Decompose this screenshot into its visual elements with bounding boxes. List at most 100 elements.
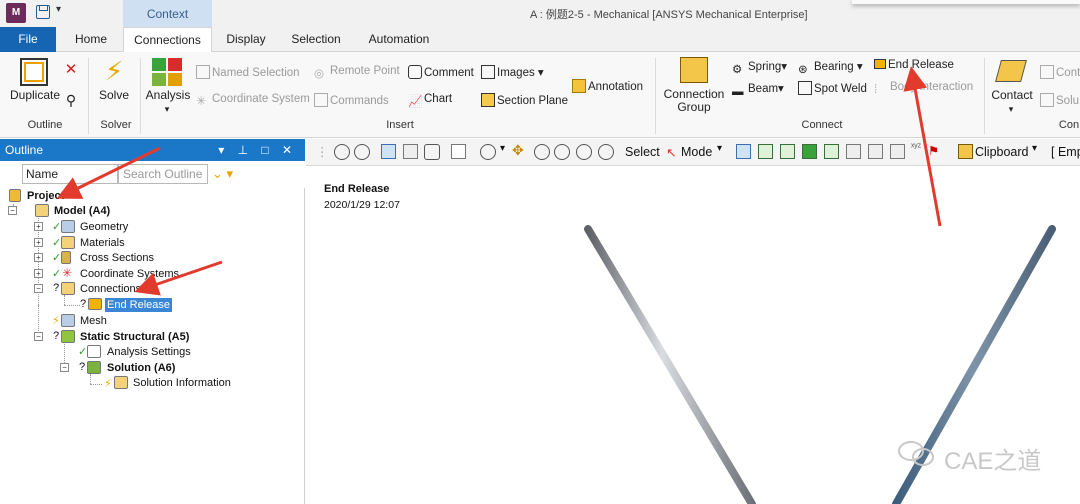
outline-panel-controls[interactable]: ▾ ⊥ □ ✕ bbox=[218, 139, 297, 161]
context-tab-header: Context bbox=[123, 0, 212, 27]
zoom-icon[interactable] bbox=[534, 144, 550, 160]
contact-dropdown-icon[interactable]: ▾ bbox=[1004, 104, 1018, 115]
element-select-icon[interactable] bbox=[868, 144, 883, 159]
magnifier-icon[interactable] bbox=[598, 144, 614, 160]
commands-button[interactable]: Commands bbox=[314, 93, 389, 107]
mesh-select-icon[interactable] bbox=[890, 144, 905, 159]
mode-dropdown[interactable]: Mode bbox=[681, 145, 712, 159]
delete-icon[interactable]: ✕ bbox=[64, 60, 78, 78]
probe-icon[interactable]: ⚑ bbox=[928, 143, 939, 158]
beam-button[interactable]: ▬ Beam▾ bbox=[732, 81, 784, 100]
box-view-icon[interactable] bbox=[403, 144, 418, 159]
tree-item-geometry[interactable]: Geometry bbox=[80, 220, 128, 234]
outline-name-field[interactable]: Name bbox=[22, 164, 118, 184]
select-label[interactable]: Select bbox=[625, 145, 660, 159]
collapse-solution-icon[interactable]: − bbox=[60, 363, 69, 372]
connection-group-button[interactable]: Connection Group bbox=[660, 88, 728, 114]
section-plane-button[interactable]: Section Plane bbox=[481, 93, 568, 107]
zoom-box-icon[interactable] bbox=[554, 144, 570, 160]
graphics-viewport[interactable]: End Release 2020/1/29 12:07 CAE之道 bbox=[306, 167, 1080, 504]
tree-item-coordinate-systems[interactable]: Coordinate Systems bbox=[80, 267, 179, 281]
tree-item-analysis-settings[interactable]: Analysis Settings bbox=[107, 345, 191, 359]
zoom-fit-icon[interactable] bbox=[576, 144, 592, 160]
render-icon[interactable] bbox=[424, 144, 440, 160]
element-face-select-icon[interactable] bbox=[846, 144, 861, 159]
node-select-icon[interactable] bbox=[824, 144, 839, 159]
collapse-model-icon[interactable]: − bbox=[8, 206, 17, 215]
analysis-icon[interactable] bbox=[152, 58, 184, 86]
edge-select-icon[interactable] bbox=[758, 144, 773, 159]
face-select-icon[interactable] bbox=[780, 144, 795, 159]
tree-item-static-structural[interactable]: Static Structural (A5) bbox=[80, 330, 189, 344]
annotation-button[interactable]: Annotation bbox=[572, 79, 643, 93]
cont-button[interactable]: Cont bbox=[1040, 65, 1080, 79]
collapse-connections-icon[interactable]: − bbox=[34, 284, 43, 293]
zoom-out-icon[interactable] bbox=[354, 144, 370, 160]
tree-item-end-release[interactable]: End Release bbox=[104, 297, 173, 313]
body-select-icon[interactable] bbox=[802, 144, 817, 159]
connection-group-icon[interactable] bbox=[680, 57, 708, 83]
tab-file[interactable]: File bbox=[0, 27, 56, 52]
tab-display[interactable]: Display bbox=[216, 27, 276, 52]
tree-item-materials[interactable]: Materials bbox=[80, 236, 125, 250]
xyz-icon[interactable]: ˣʸᶻ bbox=[911, 142, 921, 153]
ribbon-separator bbox=[655, 58, 656, 134]
end-release-button[interactable]: End Release bbox=[874, 59, 954, 71]
cursor-icon[interactable]: ↖ bbox=[666, 145, 676, 160]
save-icon[interactable] bbox=[36, 5, 50, 19]
filter-icon[interactable]: ⌄ ▾ bbox=[212, 166, 233, 182]
tab-connections[interactable]: Connections bbox=[123, 27, 212, 53]
tab-home[interactable]: Home bbox=[62, 27, 120, 52]
clipboard-dropdown-icon[interactable]: ▾ bbox=[1032, 143, 1037, 154]
pan-icon[interactable]: ✥ bbox=[512, 142, 524, 159]
body-interaction-button[interactable]: ⁞ Body Interaction bbox=[874, 81, 973, 98]
mode-dropdown-icon[interactable]: ▾ bbox=[717, 143, 722, 154]
body-interaction-label: Body Interaction bbox=[890, 81, 974, 93]
zoom-in-icon[interactable] bbox=[334, 144, 350, 160]
clipboard-dropdown[interactable]: Clipboard bbox=[975, 145, 1029, 159]
contact-icon[interactable] bbox=[995, 60, 1027, 82]
static-structural-icon bbox=[61, 330, 75, 343]
contact-button[interactable]: Contact bbox=[988, 88, 1036, 102]
comment-button[interactable]: Comment bbox=[408, 65, 474, 79]
expand-cross-sections-icon[interactable]: + bbox=[34, 253, 43, 262]
find-icon[interactable]: ⚲ bbox=[64, 92, 78, 109]
collapse-static-structural-icon[interactable]: − bbox=[34, 332, 43, 341]
tab-automation[interactable]: Automation bbox=[360, 27, 438, 52]
solu-button[interactable]: Solu bbox=[1040, 93, 1079, 107]
expand-geometry-icon[interactable]: + bbox=[34, 222, 43, 231]
tree-item-model[interactable]: Model (A4) bbox=[54, 204, 110, 218]
cont-icon bbox=[1040, 65, 1054, 79]
select-mode-icon[interactable] bbox=[451, 144, 466, 159]
analysis-dropdown-icon[interactable]: ▾ bbox=[160, 104, 174, 115]
tree-item-cross-sections[interactable]: Cross Sections bbox=[80, 251, 154, 265]
expand-materials-icon[interactable]: + bbox=[34, 238, 43, 247]
remote-point-button[interactable]: ◎ Remote Point bbox=[314, 65, 400, 80]
tree-item-connections[interactable]: Connections bbox=[80, 282, 141, 296]
iso-view-icon[interactable] bbox=[381, 144, 396, 159]
quick-access-dropdown-icon[interactable]: ▾ bbox=[56, 4, 61, 15]
tree-item-solution[interactable]: Solution (A6) bbox=[107, 361, 175, 375]
chart-button[interactable]: 📈 Chart bbox=[408, 93, 452, 108]
spot-weld-button[interactable]: Spot Weld bbox=[798, 81, 867, 95]
images-button[interactable]: Images ▾ bbox=[481, 65, 544, 79]
duplicate-button[interactable]: Duplicate bbox=[8, 88, 62, 102]
named-selection-button[interactable]: Named Selection bbox=[196, 65, 300, 79]
tree-item-solution-information[interactable]: Solution Information bbox=[133, 376, 231, 390]
comment-icon bbox=[408, 65, 422, 79]
rotate-icon[interactable] bbox=[480, 144, 496, 160]
search-outline-input[interactable]: Search Outline bbox=[118, 164, 208, 184]
clipboard-icon[interactable] bbox=[958, 144, 973, 159]
expand-coordinate-systems-icon[interactable]: + bbox=[34, 269, 43, 278]
analysis-button[interactable]: Analysis bbox=[144, 88, 192, 102]
spring-button[interactable]: ⚙ Spring▾ bbox=[732, 59, 787, 76]
tree-item-project[interactable]: Project* bbox=[27, 189, 69, 203]
solve-button[interactable]: Solve bbox=[94, 88, 134, 102]
tree-item-mesh[interactable]: Mesh bbox=[80, 314, 107, 328]
solve-icon[interactable]: ⚡ bbox=[100, 56, 128, 87]
vertex-select-icon[interactable] bbox=[736, 144, 751, 159]
coordinate-system-button[interactable]: ✳ Coordinate System bbox=[196, 93, 310, 108]
rotate-dropdown-icon[interactable]: ▾ bbox=[500, 143, 505, 154]
bearing-button[interactable]: ⊛ Bearing ▾ bbox=[798, 59, 863, 76]
tab-selection[interactable]: Selection bbox=[284, 27, 348, 52]
